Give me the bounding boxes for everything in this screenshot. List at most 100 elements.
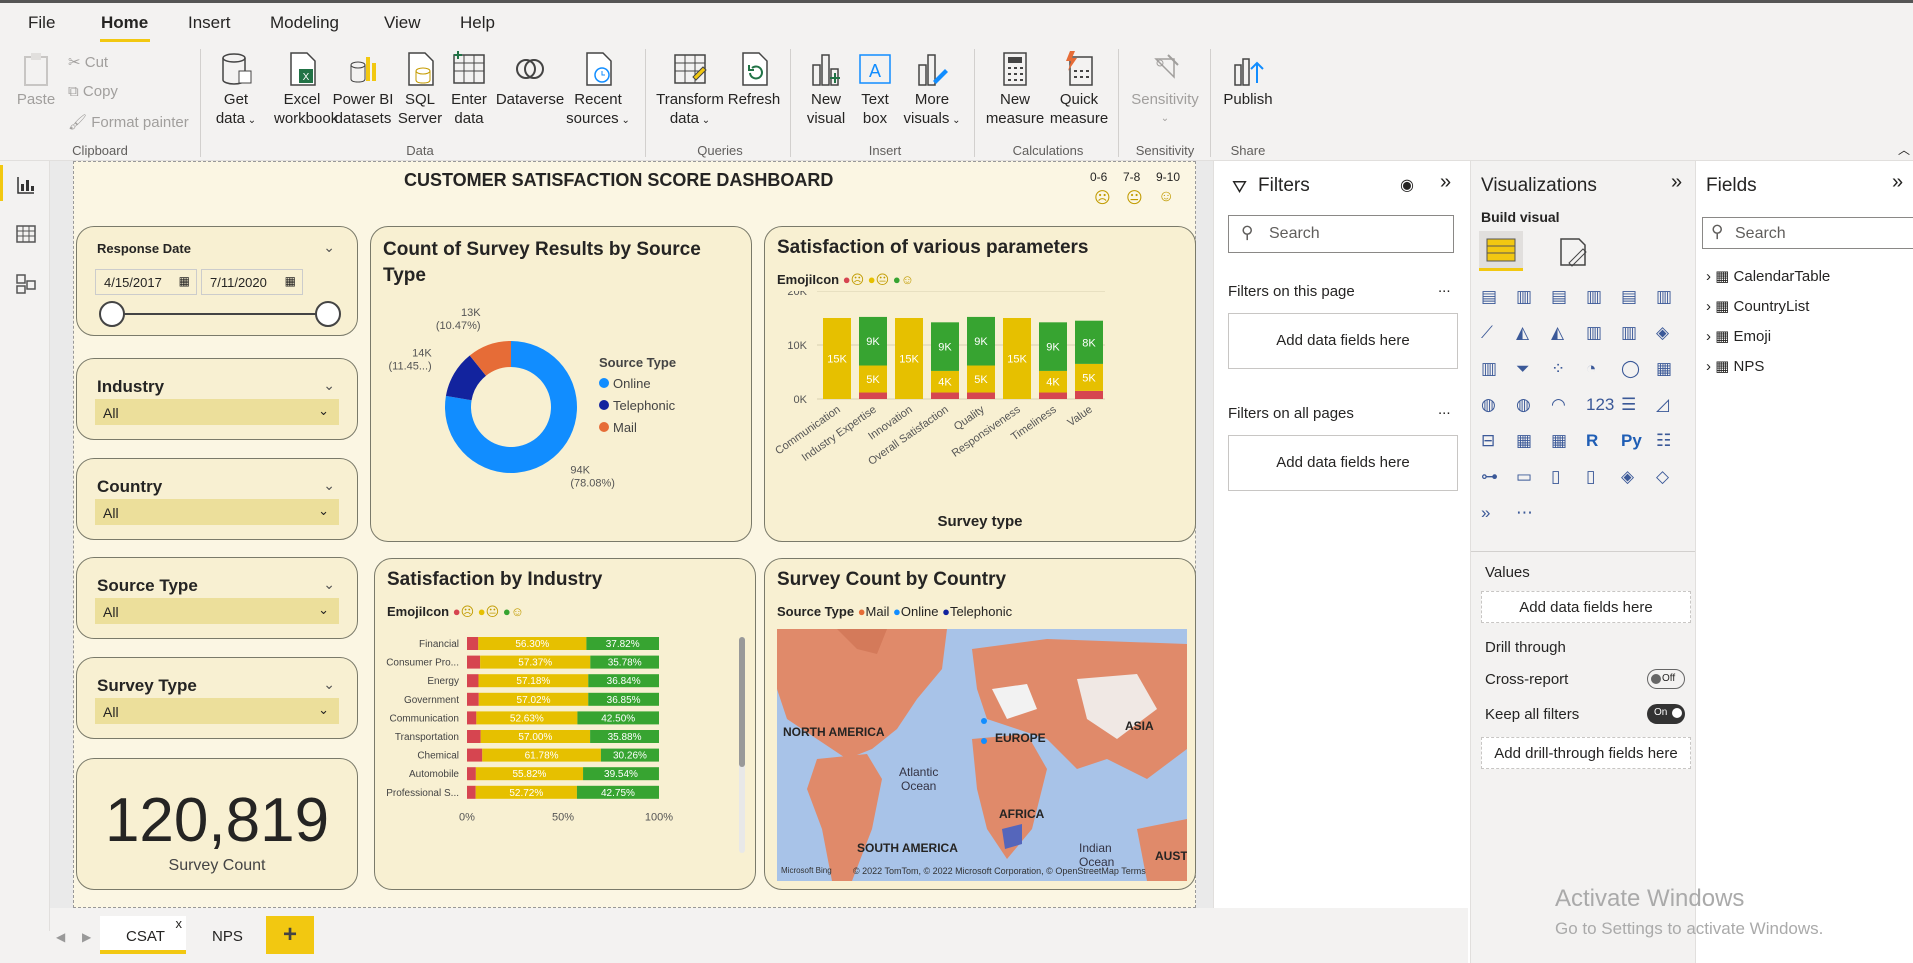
- close-tab-icon[interactable]: x: [176, 916, 183, 931]
- source-type-dropdown[interactable]: All ⌄: [95, 598, 339, 624]
- map-visual-icon[interactable]: ◍: [1481, 395, 1505, 419]
- new-measure-button[interactable]: New measure: [982, 51, 1048, 128]
- qa-visual-icon[interactable]: ▭: [1516, 467, 1540, 491]
- text-box-button[interactable]: A Text box: [852, 51, 898, 128]
- kpi-visual-icon[interactable]: ◿: [1656, 395, 1680, 419]
- stacked-bar-visual-icon[interactable]: ▤: [1481, 287, 1505, 311]
- more-visuals-button[interactable]: More visuals ⌄: [902, 51, 962, 130]
- sensitivity-button[interactable]: Sensitivity ⌄: [1124, 51, 1206, 128]
- 100-bar-visual-icon[interactable]: ▤: [1621, 287, 1645, 311]
- funnel-visual-icon[interactable]: ⏷: [1516, 359, 1540, 383]
- gauge-visual-icon[interactable]: ◠: [1551, 395, 1575, 419]
- area-visual-icon[interactable]: ◭: [1516, 323, 1540, 347]
- sql-server-button[interactable]: SQL Server: [396, 51, 444, 128]
- line-clustered-visual-icon[interactable]: ▥: [1621, 323, 1645, 347]
- clustered-bar-visual-icon[interactable]: ▤: [1551, 287, 1575, 311]
- format-visual-icon[interactable]: [1555, 235, 1591, 269]
- ellipsis-visual-icon[interactable]: ⋯: [1516, 503, 1540, 527]
- line-column-visual-icon[interactable]: ▥: [1586, 323, 1610, 347]
- power-apps-visual-icon[interactable]: ◈: [1621, 467, 1645, 491]
- cross-report-toggle[interactable]: Off: [1647, 669, 1685, 689]
- multi-row-card-visual-icon[interactable]: ☰: [1621, 395, 1645, 419]
- new-visual-button[interactable]: New visual: [800, 51, 852, 128]
- treemap-visual-icon[interactable]: ▦: [1656, 359, 1680, 383]
- matrix-visual-icon[interactable]: ▦: [1551, 431, 1575, 455]
- menu-modeling[interactable]: Modeling: [270, 13, 339, 33]
- scatter-visual-icon[interactable]: ⁘: [1551, 359, 1575, 383]
- tabs-scroll-left-icon[interactable]: ◀: [56, 930, 65, 944]
- tab-nps[interactable]: NPS: [212, 928, 243, 945]
- menu-view[interactable]: View: [384, 13, 421, 33]
- paste-button[interactable]: Paste: [14, 51, 58, 109]
- line-visual-icon[interactable]: ⟋: [1481, 323, 1505, 347]
- clustered-column-visual-icon[interactable]: ▥: [1586, 287, 1610, 311]
- recent-sources-button[interactable]: Recent sources ⌄: [566, 51, 630, 130]
- excel-workbook-button[interactable]: X Excel workbook: [274, 51, 338, 128]
- 100-column-visual-icon[interactable]: ▥: [1656, 287, 1680, 311]
- collapse-viz-icon[interactable]: »: [1671, 171, 1682, 194]
- decomposition-tree-visual-icon[interactable]: ⊶: [1481, 467, 1505, 491]
- all-pages-filter-drop-zone[interactable]: Add data fields here: [1228, 435, 1458, 491]
- filters-search-input[interactable]: ⚲ Search: [1228, 215, 1454, 253]
- collapse-ribbon-icon[interactable]: ︿: [1898, 141, 1910, 158]
- publish-button[interactable]: Publish: [1218, 51, 1278, 109]
- industry-dropdown[interactable]: All ⌄: [95, 399, 339, 425]
- field-table-countrylist[interactable]: › ▦ CountryList: [1706, 297, 1809, 315]
- card-visual-icon[interactable]: 123: [1586, 395, 1614, 419]
- keep-all-filters-toggle[interactable]: On: [1647, 704, 1685, 724]
- chevron-down-icon[interactable]: ⌄: [323, 477, 335, 494]
- quick-measure-button[interactable]: Quick measure: [1046, 51, 1112, 128]
- satisfaction-industry-card[interactable]: Satisfaction by Industry EmojiIcon ●☹ ●😐…: [374, 558, 756, 890]
- more-visual-icon[interactable]: »: [1481, 503, 1505, 527]
- r-visual-visual-icon[interactable]: R: [1586, 431, 1610, 455]
- chevron-down-icon[interactable]: ⌄: [323, 239, 335, 256]
- pie-visual-icon[interactable]: ◔: [1586, 359, 1610, 383]
- transform-data-button[interactable]: Transform data ⌄: [654, 51, 726, 130]
- more-options-icon[interactable]: ...: [1438, 279, 1451, 296]
- refresh-button[interactable]: Refresh: [726, 51, 782, 109]
- powerbi-datasets-button[interactable]: Power BI datasets: [330, 51, 396, 128]
- values-drop-zone[interactable]: Add data fields here: [1481, 591, 1691, 623]
- slicer-visual-icon[interactable]: ⊟: [1481, 431, 1505, 455]
- add-page-button[interactable]: +: [266, 916, 314, 954]
- menu-help[interactable]: Help: [460, 13, 495, 33]
- page-filter-drop-zone[interactable]: Add data fields here: [1228, 313, 1458, 369]
- eye-icon[interactable]: ◉: [1400, 175, 1414, 195]
- industry-chart-scrollbar[interactable]: [739, 637, 745, 853]
- survey-country-map-card[interactable]: Survey Count by Country Source Type ●Mai…: [764, 558, 1196, 890]
- chevron-down-icon[interactable]: ⌄: [323, 377, 335, 394]
- format-painter-button[interactable]: 🖌 Format painter: [68, 113, 189, 131]
- collapse-filters-icon[interactable]: »: [1440, 171, 1451, 194]
- collapse-fields-icon[interactable]: »: [1892, 171, 1903, 194]
- build-visual-tab[interactable]: [1479, 231, 1523, 271]
- donut-visual-icon[interactable]: ◯: [1621, 359, 1645, 383]
- filled-map-visual-icon[interactable]: ◍: [1516, 395, 1540, 419]
- enter-data-button[interactable]: Enter data: [446, 51, 492, 128]
- satisfaction-parameters-card[interactable]: Satisfaction of various parameters Emoji…: [764, 226, 1196, 542]
- stacked-area-visual-icon[interactable]: ◭: [1551, 323, 1575, 347]
- waterfall-visual-icon[interactable]: ▥: [1481, 359, 1505, 383]
- date-range-end-handle[interactable]: [315, 301, 341, 327]
- model-view-icon[interactable]: [15, 273, 37, 295]
- dataverse-button[interactable]: Dataverse: [494, 51, 566, 109]
- power-automate-visual-icon[interactable]: ◇: [1656, 467, 1680, 491]
- cut-button[interactable]: ✂ Cut: [68, 53, 108, 71]
- source-type-donut-card[interactable]: Count of Survey Results by Source Type 9…: [370, 226, 752, 542]
- report-view-icon[interactable]: [15, 174, 37, 196]
- data-view-icon[interactable]: [15, 223, 37, 245]
- chevron-down-icon[interactable]: ⌄: [323, 676, 335, 693]
- drill-through-drop-zone[interactable]: Add drill-through fields here: [1481, 737, 1691, 769]
- survey-type-dropdown[interactable]: All ⌄: [95, 698, 339, 724]
- map-attribution[interactable]: © 2022 TomTom, © 2022 Microsoft Corporat…: [853, 866, 1146, 876]
- more-options-icon[interactable]: ...: [1438, 401, 1451, 418]
- tab-csat[interactable]: CSAT x: [100, 916, 186, 954]
- date-from-input[interactable]: 4/15/2017 ▦: [95, 269, 197, 295]
- scrollbar-thumb[interactable]: [739, 637, 745, 767]
- tabs-scroll-right-icon[interactable]: ▶: [82, 930, 91, 944]
- stacked-column-visual-icon[interactable]: ▥: [1516, 287, 1540, 311]
- chevron-down-icon[interactable]: ⌄: [323, 576, 335, 593]
- survey-count-card[interactable]: 120,819 Survey Count: [76, 758, 358, 890]
- field-table-nps[interactable]: › ▦ NPS: [1706, 357, 1764, 375]
- table-visual-icon[interactable]: ▦: [1516, 431, 1540, 455]
- date-to-input[interactable]: 7/11/2020 ▦: [201, 269, 303, 295]
